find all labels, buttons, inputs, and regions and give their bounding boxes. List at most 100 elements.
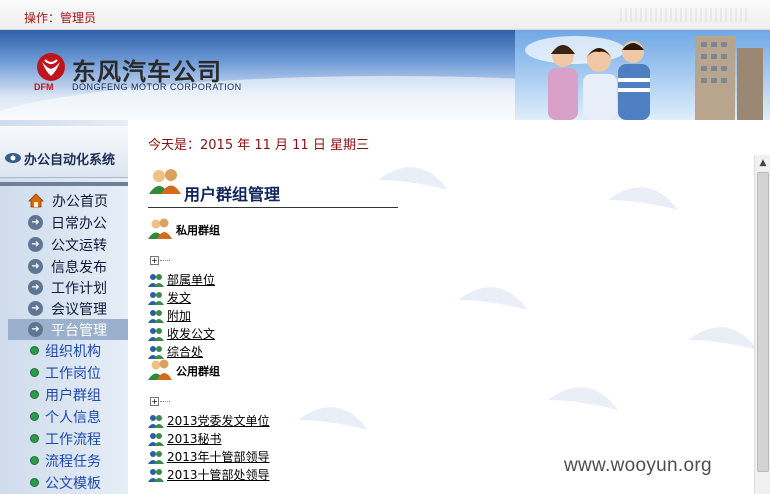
tree-item[interactable]: 部属单位 xyxy=(148,271,215,288)
sidebar-subitem-personal-info[interactable]: 个人信息 xyxy=(30,406,128,427)
scroll-thumb[interactable] xyxy=(757,172,769,472)
sidebar-item-home[interactable]: 办公首页 xyxy=(8,190,128,211)
sidebar-subitem-label: 用户群组 xyxy=(45,387,101,404)
tree-item[interactable]: 2013秘书 xyxy=(148,430,222,447)
public-group-header: 公用群组 xyxy=(148,359,220,381)
bullet-icon xyxy=(30,478,39,487)
sidebar-item-daily-office[interactable]: ➜ 日常办公 xyxy=(8,212,128,233)
tree-item[interactable]: 发文 xyxy=(148,289,191,306)
tree-connector xyxy=(160,260,170,261)
tree-item[interactable]: 2013十管部处领导 xyxy=(148,466,270,483)
user-group-icon xyxy=(148,309,164,323)
bullet-icon xyxy=(30,434,39,443)
user-group-icon xyxy=(148,468,164,482)
sidebar-item-info-publish[interactable]: ➜ 信息发布 xyxy=(8,256,128,277)
tree-connector xyxy=(160,401,170,402)
tree-item[interactable]: 综合处 xyxy=(148,343,203,360)
tree-item-label: 2013十管部处领导 xyxy=(167,468,270,482)
top-bar: 操作：管理员 xyxy=(0,0,770,30)
bullet-icon xyxy=(30,346,39,355)
family-photo xyxy=(515,30,770,120)
sidebar-subitem-flow-tasks[interactable]: 流程任务 xyxy=(30,450,128,471)
scroll-up-arrow-icon[interactable]: ▲ xyxy=(755,155,770,171)
expand-plus-icon: + xyxy=(150,397,159,406)
bullet-icon xyxy=(30,390,39,399)
current-date: 今天是：2015 年 11 月 11 日 星期三 xyxy=(148,138,369,153)
tree-item[interactable]: 2013年十管部领导 xyxy=(148,448,270,465)
private-group-expand-toggle[interactable]: + xyxy=(150,256,170,265)
sidebar-item-label: 公文运转 xyxy=(51,237,107,254)
sidebar-item-label: 信息发布 xyxy=(51,259,107,276)
tree-item-label: 2013秘书 xyxy=(167,432,222,446)
user-group-icon xyxy=(149,169,181,194)
user-group-icon xyxy=(148,273,164,287)
sidebar-item-work-plan[interactable]: ➜ 工作计划 xyxy=(8,277,128,298)
public-group-label: 公用群组 xyxy=(176,365,220,378)
user-group-icon xyxy=(148,450,164,464)
topbar-decoration xyxy=(620,8,750,22)
user-group-icon xyxy=(148,291,164,305)
sidebar-subitem-positions[interactable]: 工作岗位 xyxy=(30,362,128,383)
sidebar-item-label: 工作计划 xyxy=(51,280,107,297)
user-group-icon xyxy=(148,345,164,359)
dongfeng-logo-icon xyxy=(37,53,65,81)
bullet-icon xyxy=(30,456,39,465)
system-title: 办公自动化系统 xyxy=(24,153,116,168)
sidebar-divider xyxy=(0,182,128,186)
company-name-en: DONGFENG MOTOR CORPORATION xyxy=(72,82,242,92)
page-title: 用户群组管理 xyxy=(184,185,281,204)
sidebar-subitem-doc-templates[interactable]: 公文模板 xyxy=(30,472,128,493)
user-group-icon xyxy=(148,432,164,446)
home-icon xyxy=(28,193,44,208)
sidebar-item-label: 日常办公 xyxy=(51,215,107,232)
private-group-label: 私用群组 xyxy=(176,224,220,237)
tree-item-label: 发文 xyxy=(167,291,192,305)
arrow-circle-icon: ➜ xyxy=(28,301,43,316)
tree-item-label: 部属单位 xyxy=(167,273,216,287)
operator-label: 操作：管理员 xyxy=(24,11,97,25)
sidebar-subitem-workflow[interactable]: 工作流程 xyxy=(30,428,128,449)
system-title-panel: 办公自动化系统 xyxy=(0,126,128,178)
tree-item-label: 2013年十管部领导 xyxy=(167,450,270,464)
sidebar-subitem-label: 工作岗位 xyxy=(45,365,101,382)
vertical-scrollbar[interactable]: ▲ xyxy=(754,155,770,494)
watermark: www.wooyun.org xyxy=(564,455,712,476)
arrow-circle-icon: ➜ xyxy=(28,280,43,295)
sidebar-subitem-label: 个人信息 xyxy=(45,409,101,426)
tree-item[interactable]: 收发公文 xyxy=(148,325,215,342)
user-group-icon xyxy=(148,327,164,341)
bullet-icon xyxy=(30,412,39,421)
system-eye-icon xyxy=(5,153,21,163)
main-content: 今天是：2015 年 11 月 11 日 星期三 用户群组管理 私用群组 + 部… xyxy=(128,120,754,494)
background-pattern xyxy=(298,167,754,430)
public-group-expand-toggle[interactable]: + xyxy=(150,397,170,406)
sidebar-subitem-label: 流程任务 xyxy=(45,453,101,470)
expand-plus-icon: + xyxy=(150,256,159,265)
tree-item-label: 附加 xyxy=(167,309,192,323)
user-group-icon xyxy=(148,414,164,428)
arrow-circle-icon: ➜ xyxy=(28,237,43,252)
header-banner: 东风汽车公司 DFM DONGFENG MOTOR CORPORATION xyxy=(0,30,770,120)
sidebar: 办公自动化系统 办公首页 ➜ 日常办公 ➜ 公文运转 ➜ 信息发布 ➜ 工作计划… xyxy=(0,120,128,494)
sidebar-subitem-label: 工作流程 xyxy=(45,431,101,448)
sidebar-subitem-user-groups[interactable]: 用户群组 xyxy=(30,384,128,405)
sidebar-item-label: 平台管理 xyxy=(51,322,107,339)
sidebar-subitem-label: 组织机构 xyxy=(45,343,101,360)
tree-item-label: 2013党委发文单位 xyxy=(167,414,270,428)
sidebar-item-meeting[interactable]: ➜ 会议管理 xyxy=(8,298,128,319)
brand-abbr: DFM xyxy=(34,82,54,92)
arrow-circle-icon: ➜ xyxy=(28,215,43,230)
user-group-icon xyxy=(148,218,172,239)
title-underline xyxy=(148,207,398,208)
user-group-icon xyxy=(148,359,172,380)
tree-item[interactable]: 附加 xyxy=(148,307,191,324)
sidebar-item-platform[interactable]: ➜ 平台管理 xyxy=(8,319,128,340)
tree-item-label: 综合处 xyxy=(167,345,204,359)
tree-item-label: 收发公文 xyxy=(167,327,216,341)
arrow-circle-icon: ➜ xyxy=(28,322,43,337)
tree-item[interactable]: 2013党委发文单位 xyxy=(148,412,270,429)
private-group-header: 私用群组 xyxy=(148,218,220,240)
sidebar-subitem-organization[interactable]: 组织机构 xyxy=(30,340,128,361)
sidebar-item-document-flow[interactable]: ➜ 公文运转 xyxy=(8,234,128,255)
sidebar-subitem-label: 公文模板 xyxy=(45,475,101,492)
